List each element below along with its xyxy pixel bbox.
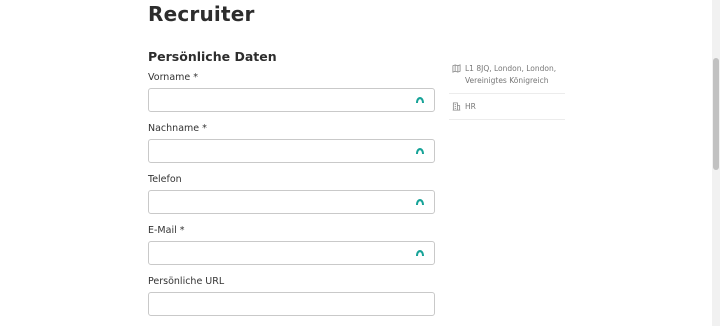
map-icon bbox=[452, 64, 461, 73]
personal-url-label: Persönliche URL bbox=[148, 276, 225, 287]
first-name-label: Vorname * bbox=[148, 72, 199, 83]
phone-field[interactable] bbox=[148, 190, 435, 214]
personal-url-field[interactable] bbox=[148, 292, 435, 316]
last-name-label: Nachname * bbox=[148, 123, 207, 134]
email-label: E-Mail * bbox=[148, 225, 185, 236]
job-location-text: L1 8JQ, London, London, Vereinigtes Köni… bbox=[465, 64, 557, 85]
job-department-text: HR bbox=[465, 102, 476, 111]
autofill-icon[interactable] bbox=[415, 145, 425, 155]
job-department: HR bbox=[449, 101, 565, 120]
section-title: Persönliche Daten bbox=[148, 49, 277, 64]
autofill-icon[interactable] bbox=[415, 94, 425, 104]
building-icon bbox=[452, 102, 461, 111]
page-title: Recruiter bbox=[148, 2, 255, 26]
last-name-field[interactable] bbox=[148, 139, 435, 163]
phone-label: Telefon bbox=[148, 174, 182, 185]
scrollbar-thumb[interactable] bbox=[713, 58, 719, 170]
autofill-icon[interactable] bbox=[415, 196, 425, 206]
first-name-field[interactable] bbox=[148, 88, 435, 112]
job-location: L1 8JQ, London, London, Vereinigtes Köni… bbox=[449, 63, 565, 94]
autofill-icon[interactable] bbox=[415, 247, 425, 257]
email-field[interactable] bbox=[148, 241, 435, 265]
page-scrollbar[interactable] bbox=[712, 0, 720, 326]
